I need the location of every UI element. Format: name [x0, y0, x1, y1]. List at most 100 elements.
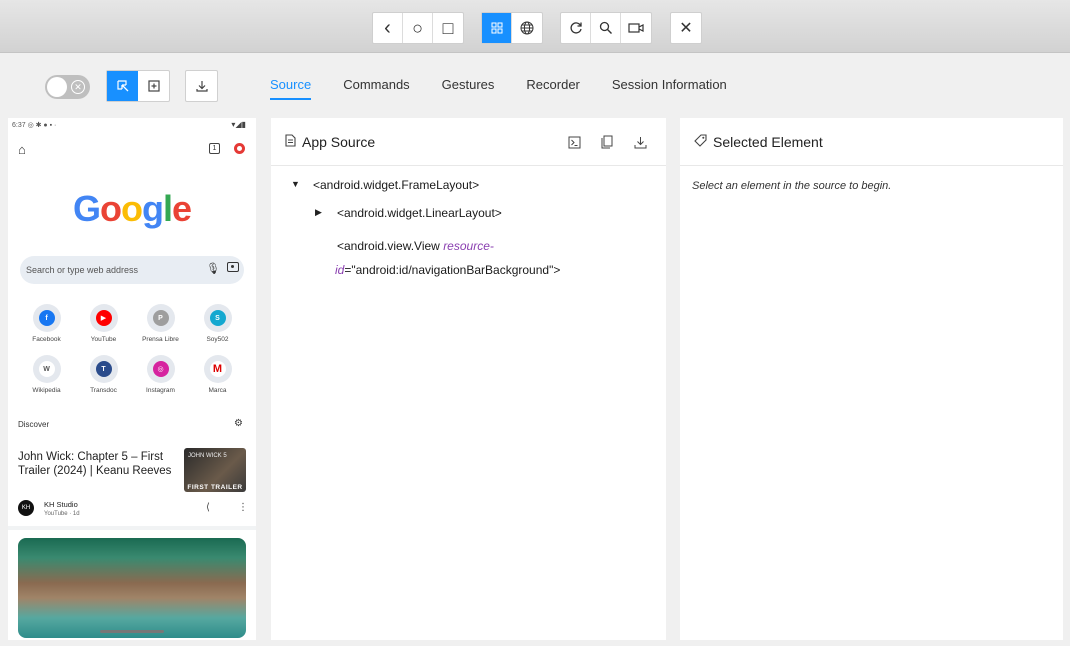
channel-meta: YouTube · 1d: [44, 511, 80, 517]
copy-icon: [601, 135, 613, 149]
gear-icon: ⚙: [234, 418, 243, 429]
quit-session-button[interactable]: ✕: [671, 13, 701, 43]
share-icon: ⟨: [206, 502, 210, 513]
shortcut-glyph: ◎: [152, 361, 169, 377]
shortcut-label: Wikipedia: [32, 387, 61, 394]
grid-icon: [491, 22, 502, 34]
tree-node-linearlayout[interactable]: ▶ <android.widget.LinearLayout>: [315, 206, 502, 220]
shortcut-glyph: P: [152, 310, 169, 326]
action-group: [560, 12, 652, 44]
shortcut-item[interactable]: M Marca: [189, 355, 246, 394]
shortcut-icon: ▶: [89, 304, 118, 332]
shortcut-glyph: T: [95, 361, 112, 377]
shortcut-item[interactable]: W Wikipedia: [18, 355, 75, 394]
web-mode-button[interactable]: [512, 13, 542, 43]
phone-search-bar: Search or type web address 🎙︎: [20, 256, 244, 284]
shortcut-glyph: f: [38, 310, 55, 326]
device-screenshot[interactable]: 6:37 ◎ ✱ ● ▪ · ▾◢▮ ⌂ 1 Google Search or …: [8, 118, 256, 640]
search-icon: [599, 21, 612, 34]
close-circle-icon: ✕: [71, 80, 85, 94]
selected-element-hint: Select an element in the source to begin…: [692, 180, 892, 192]
article-title: John Wick: Chapter 5 – First Trailer (20…: [18, 451, 172, 477]
close-icon: ✕: [679, 20, 693, 37]
tab-commands[interactable]: Commands: [343, 70, 409, 100]
gesture-nav-bar: [100, 630, 164, 633]
inspector-tabs: Source Commands Gestures Recorder Sessio…: [270, 70, 759, 102]
channel-avatar: KH: [18, 500, 34, 516]
refresh-button[interactable]: [561, 13, 591, 43]
device-nav-group: ‹ ○ □: [372, 12, 464, 44]
quit-group: ✕: [670, 12, 702, 44]
shortcut-icon: f: [32, 304, 61, 332]
video-camera-icon: [628, 23, 644, 33]
shortcut-icon: S: [203, 304, 232, 332]
download-source-button[interactable]: [632, 134, 648, 150]
native-app-mode-button[interactable]: [482, 13, 512, 43]
shortcut-item[interactable]: ▶ YouTube: [75, 304, 132, 343]
download-screenshot-button[interactable]: [186, 71, 217, 101]
selected-element-header: Selected Element: [680, 118, 1063, 166]
more-vert-icon: ⋮: [238, 502, 248, 513]
back-button[interactable]: ‹: [373, 13, 403, 43]
download-group: [185, 70, 218, 102]
shortcut-item[interactable]: S Soy502: [189, 304, 246, 343]
selected-element-panel: Selected Element Select an element in th…: [680, 118, 1063, 640]
screenshot-toggle[interactable]: ✕: [45, 75, 90, 99]
shortcut-label: Soy502: [206, 336, 229, 343]
shortcut-label: YouTube: [90, 336, 117, 343]
overview-button[interactable]: □: [433, 13, 463, 43]
selected-element-title: Selected Element: [713, 133, 823, 150]
shortcut-glyph: M: [209, 361, 226, 377]
tab-recorder[interactable]: Recorder: [526, 70, 579, 100]
tag-icon: [694, 133, 707, 150]
discover-label: Discover: [18, 420, 50, 429]
shortcut-icon: T: [89, 355, 118, 383]
shortcut-grid: f Facebook ▶ YouTube P Prensa Libre S Soy502 W Wi…: [18, 304, 246, 394]
shortcut-item[interactable]: P Prensa Libre: [132, 304, 189, 343]
tab-source[interactable]: Source: [270, 70, 312, 100]
shortcut-item[interactable]: T Transdoc: [75, 355, 132, 394]
toggle-attributes-button[interactable]: [566, 134, 582, 150]
tab-gestures[interactable]: Gestures: [442, 70, 495, 100]
google-logo: Google: [72, 188, 192, 229]
status-bar-time: 6:37 ◎ ✱ ● ▪ ·: [12, 122, 57, 129]
copy-xml-button[interactable]: [599, 134, 615, 150]
app-source-title: App Source: [302, 133, 376, 150]
globe-icon: [520, 21, 534, 35]
tree-node-framelayout[interactable]: ▼ <android.widget.FrameLayout>: [291, 178, 479, 192]
thumbnail-label: FIRST TRAILER: [187, 484, 243, 491]
terminal-icon: [568, 136, 580, 148]
phone-search-placeholder: Search or type web address: [26, 265, 139, 275]
shortcut-label: Instagram: [146, 387, 175, 394]
refresh-icon: [569, 22, 582, 34]
square-icon: □: [442, 17, 454, 38]
home-button[interactable]: ○: [403, 13, 433, 43]
channel-name: KH Studio: [44, 500, 78, 509]
app-source-header: App Source: [271, 118, 666, 166]
plus-square-icon: [147, 80, 160, 92]
search-elements-button[interactable]: [591, 13, 621, 43]
tree-node-view-cont: id="android:id/navigationBarBackground">: [335, 263, 561, 277]
article-thumbnail: JOHN WICK 5 FIRST TRAILER: [184, 448, 246, 492]
back-icon: ‹: [384, 17, 391, 39]
home-icon: ⌂: [18, 142, 26, 157]
shortcut-item[interactable]: ◎ Instagram: [132, 355, 189, 394]
shortcut-item[interactable]: f Facebook: [18, 304, 75, 343]
top-toolbar: ‹ ○ □ ✕: [0, 0, 1070, 53]
select-element-button[interactable]: [107, 71, 138, 101]
record-button[interactable]: [621, 13, 651, 43]
caret-down-icon[interactable]: ▼: [291, 179, 300, 189]
home-circle-icon: ○: [412, 17, 423, 38]
shortcut-glyph: W: [38, 361, 55, 377]
shortcut-icon: P: [146, 304, 175, 332]
shortcut-label: Transdoc: [90, 387, 117, 394]
tree-node-view[interactable]: <android.view.View resource-: [337, 234, 617, 258]
shortcut-icon: ◎: [146, 355, 175, 383]
tap-coordinates-button[interactable]: [138, 71, 169, 101]
context-group: [481, 12, 543, 44]
tab-session-information[interactable]: Session Information: [612, 70, 727, 100]
caret-right-icon[interactable]: ▶: [315, 207, 322, 218]
download-icon: [634, 136, 646, 148]
app-source-panel: App Source ▼ <android.widget.FrameLayout…: [271, 118, 666, 640]
shortcut-icon: M: [203, 355, 232, 383]
